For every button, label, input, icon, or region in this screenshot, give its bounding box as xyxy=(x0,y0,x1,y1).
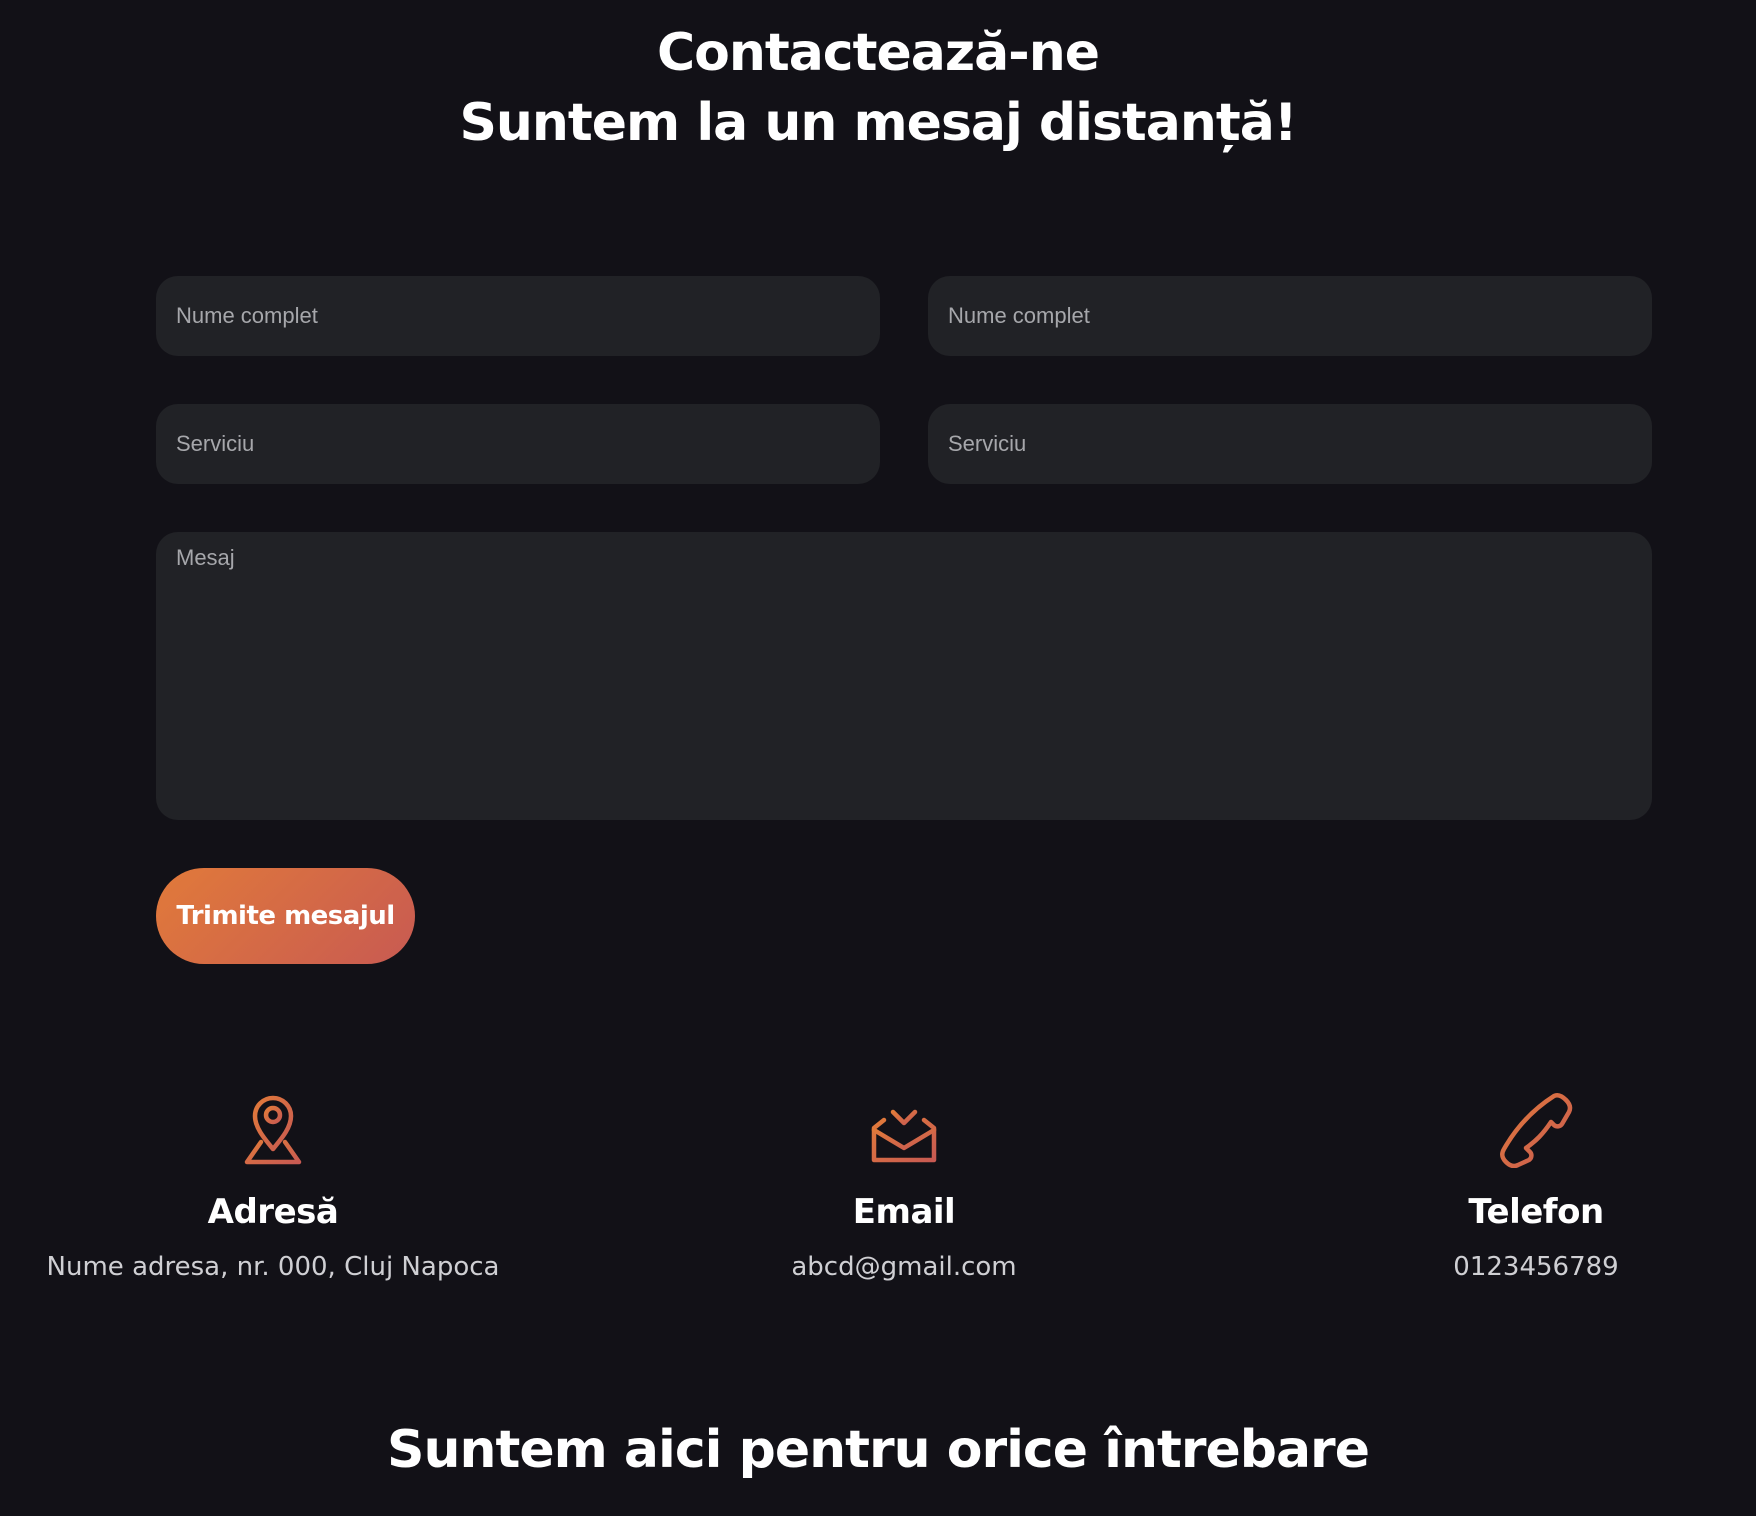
service-input-left[interactable] xyxy=(156,404,880,484)
email-title: Email xyxy=(852,1192,956,1232)
contact-phone: Telefon 0123456789 xyxy=(1256,1088,1756,1284)
service-input-right[interactable] xyxy=(928,404,1652,484)
phone-icon xyxy=(1500,1092,1573,1168)
page-subtitle: Suntem la un mesaj distanță! xyxy=(459,93,1297,153)
phone-title: Telefon xyxy=(1468,1192,1604,1232)
map-pin-icon xyxy=(244,1095,302,1165)
contact-address: Adresă Nume adresa, nr. 000, Cluj Napoca xyxy=(0,1088,553,1284)
address-value: Nume adresa, nr. 000, Cluj Napoca xyxy=(46,1252,500,1282)
full-name-input-left[interactable] xyxy=(156,276,880,356)
full-name-input-right[interactable] xyxy=(928,276,1652,356)
contact-email: Email abcd@gmail.com xyxy=(624,1088,1184,1284)
inbox-download-icon xyxy=(871,1091,937,1163)
message-textarea[interactable] xyxy=(156,532,1652,820)
email-value: abcd@gmail.com xyxy=(791,1252,1017,1282)
address-title: Adresă xyxy=(207,1192,339,1232)
section-heading: Suntem aici pentru orice întrebare xyxy=(387,1420,1370,1480)
send-message-button[interactable]: Trimite mesajul xyxy=(156,868,415,964)
page-title: Contactează-ne xyxy=(656,23,1100,83)
phone-value: 0123456789 xyxy=(1453,1252,1619,1282)
